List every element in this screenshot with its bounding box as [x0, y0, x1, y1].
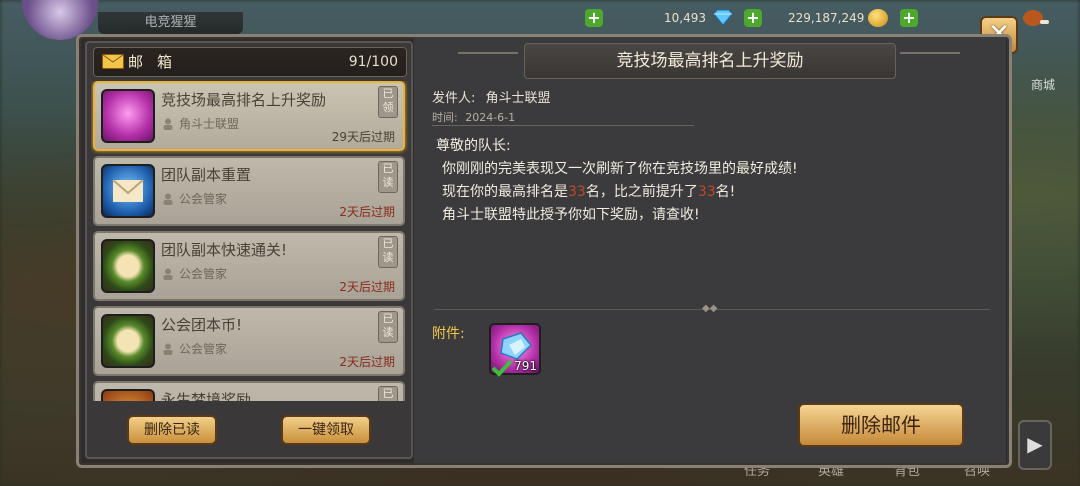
wreath-envelope-icon — [101, 239, 155, 293]
person-icon — [163, 118, 173, 130]
attachment-label: 附件: — [432, 326, 465, 342]
sender-name: 角斗士联盟 — [485, 91, 551, 106]
gold-count: 229,187,249 — [788, 11, 865, 25]
mailbox-count: 91/100 — [348, 54, 398, 70]
gold-coin-icon — [868, 9, 888, 27]
wreath-envelope-icon — [101, 314, 155, 368]
add-gem-icon[interactable]: + — [744, 9, 762, 27]
gem-crystal-icon — [101, 89, 155, 143]
add-plus-icon[interactable]: + — [585, 9, 603, 27]
body-line-1: 你刚刚的完美表现又一次刷新了你在竞技场里的最好成绩! — [442, 161, 798, 177]
mail-body: 尊敬的队长: 你刚刚的完美表现又一次刷新了你在竞技场里的最好成绩! 现在你的最高… — [436, 135, 996, 227]
improve-value: 33 — [697, 184, 716, 200]
mail-list[interactable]: 竞技场最高排名上升奖励 角斗士联盟 29天后过期 已领 团队副本重置 公会管家 … — [91, 81, 409, 401]
body-line-3: 角斗士联盟特此授予你如下奖励，请查收! — [442, 207, 700, 223]
person-icon — [163, 343, 173, 355]
divider-ornament: ◆◆ — [702, 303, 718, 314]
mail-sender: 公会管家 — [179, 267, 228, 281]
mail-subject: 团队副本快速通关! — [161, 241, 288, 259]
person-icon — [163, 193, 173, 205]
mail-subject: 竞技场最高排名上升奖励 — [161, 91, 327, 109]
date-line: 时间: 2024-6-1 — [432, 109, 515, 125]
expand-arrow-button[interactable]: ▶ — [1018, 420, 1052, 470]
envelope-icon — [102, 54, 124, 69]
side-shop-button[interactable]: 商城 — [1012, 48, 1074, 98]
mail-item[interactable]: 公会团本币! 公会管家 2天后过期 已读 — [93, 306, 405, 376]
sender-label: 发件人: — [432, 91, 476, 106]
mail-panel: 邮箱 91/100 竞技场最高排名上升奖励 角斗士联盟 29天后过期 已领 团队… — [76, 34, 1012, 468]
read-tag: 已读 — [378, 161, 398, 193]
mail-expire: 29天后过期 — [331, 130, 395, 144]
mail-sender: 公会管家 — [179, 192, 228, 206]
claimed-tag: 已领 — [378, 86, 398, 118]
mail-title: 竞技场最高排名上升奖励 — [616, 51, 804, 71]
mailbox-title: 邮箱 — [128, 53, 187, 71]
greeting: 尊敬的队长: — [436, 138, 511, 154]
mail-item-selected[interactable]: 竞技场最高排名上升奖励 角斗士联盟 29天后过期 已领 — [93, 81, 405, 151]
date-label: 时间: — [432, 111, 458, 124]
stamina-meat-icon — [1023, 10, 1049, 26]
title-ornament — [900, 52, 960, 54]
rank-value: 33 — [568, 184, 586, 200]
mail-sender: 角斗士联盟 — [179, 117, 240, 131]
delete-read-button[interactable]: 删除已读 — [127, 415, 217, 445]
diamond-icon — [714, 9, 732, 25]
mail-item[interactable]: 团队副本重置 公会管家 2天后过期 已读 — [93, 156, 405, 226]
person-icon — [163, 268, 173, 280]
date-value: 2024-6-1 — [465, 111, 516, 124]
attachment-quantity: 791 — [514, 359, 537, 373]
body-line-2a: 现在你的最高排名是 — [442, 184, 568, 200]
read-tag: 已读 — [378, 236, 398, 268]
mail-item[interactable]: 团队副本快速通关! 公会管家 2天后过期 已读 — [93, 231, 405, 301]
mail-item[interactable]: 永生梦境奖励 已读 — [93, 381, 405, 401]
mail-detail-pane: 竞技场最高排名上升奖励 发件人: 角斗士联盟 时间: 2024-6-1 尊敬的队… — [414, 37, 1006, 463]
claimed-check-icon — [491, 359, 513, 377]
attachment-gem-item[interactable]: 791 — [489, 323, 541, 377]
read-tag: 已读 — [378, 386, 398, 401]
mail-expire: 2天后过期 — [339, 355, 395, 369]
mail-subject: 团队副本重置 — [161, 166, 252, 184]
mailbox-header: 邮箱 91/100 — [93, 47, 407, 77]
mail-expire: 2天后过期 — [339, 280, 395, 294]
add-gold-icon[interactable]: + — [900, 9, 918, 27]
sender-line: 发件人: 角斗士联盟 — [432, 87, 551, 106]
envelope-icon — [101, 164, 155, 218]
read-tag: 已读 — [378, 311, 398, 343]
mail-subject: 公会团本币! — [161, 316, 243, 334]
mail-sender: 公会管家 — [179, 342, 228, 356]
title-ornament — [458, 52, 518, 54]
date-underline — [432, 125, 694, 126]
mail-expire: 2天后过期 — [339, 205, 395, 219]
mail-title-ribbon: 竞技场最高排名上升奖励 — [524, 43, 896, 79]
player-name-plate: 电竞猩猩 — [98, 12, 243, 34]
body-line-2: 现在你的最高排名是33名，比之前提升了33名! — [436, 181, 996, 204]
mail-list-pane: 邮箱 91/100 竞技场最高排名上升奖励 角斗士联盟 29天后过期 已领 团队… — [85, 41, 413, 459]
claim-all-button[interactable]: 一键领取 — [281, 415, 371, 445]
body-line-2b: 名，比之前提升了 — [585, 184, 698, 200]
side-shop-label: 商城 — [1030, 78, 1055, 92]
gem-count: 10,493 — [664, 11, 706, 25]
mail-subject: 永生梦境奖励 — [161, 391, 252, 401]
orange-icon — [101, 389, 155, 401]
delete-mail-button[interactable]: 删除邮件 — [798, 403, 964, 447]
body-line-2c: 名! — [715, 184, 736, 200]
